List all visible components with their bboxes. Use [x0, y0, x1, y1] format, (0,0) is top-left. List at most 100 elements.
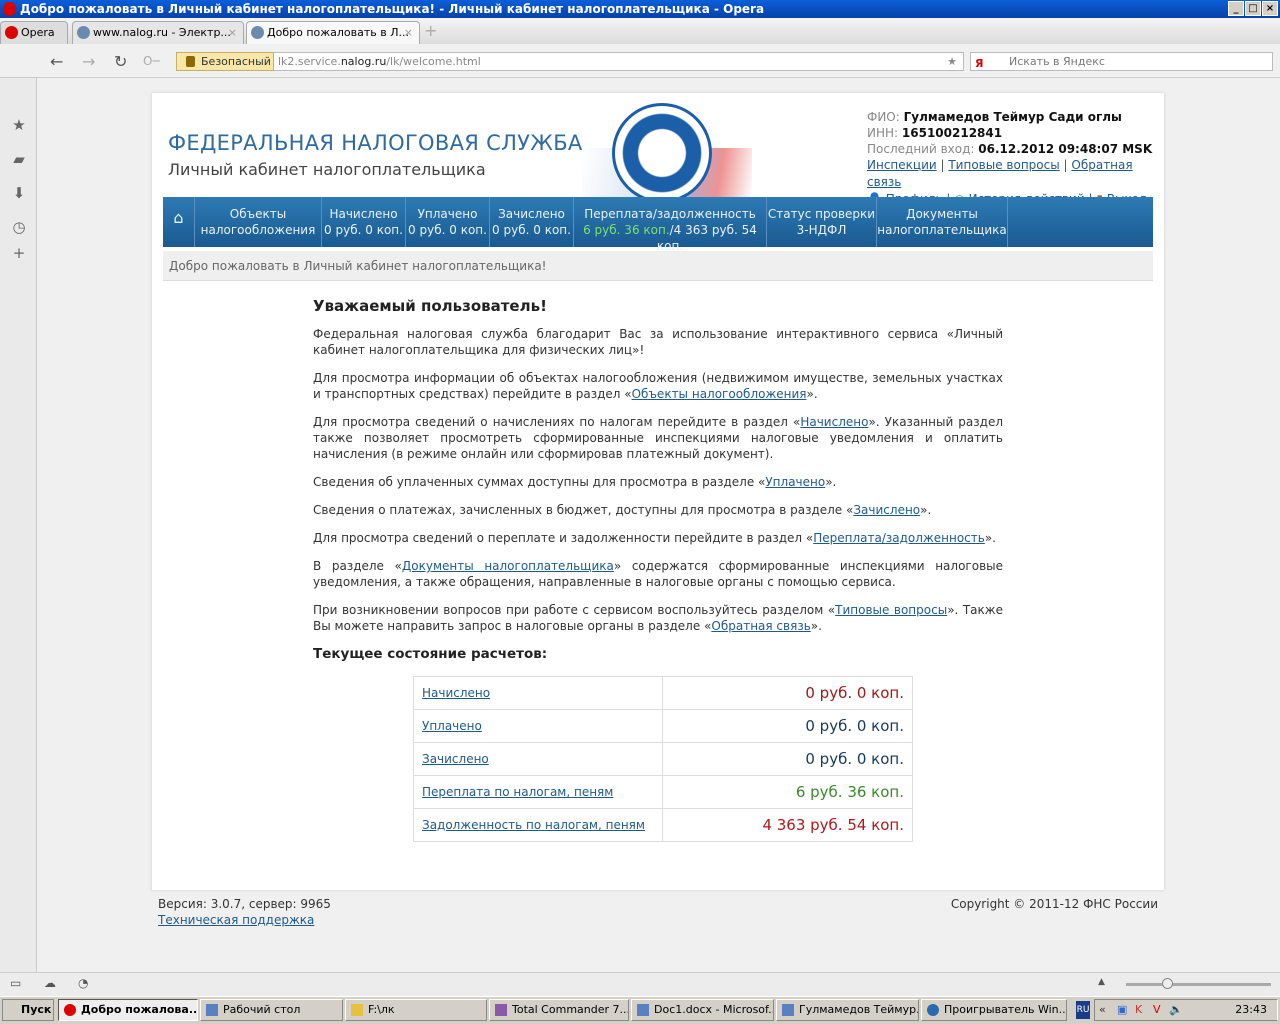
taskbar-item[interactable]: Doc1.docx - Microsof... — [631, 999, 774, 1021]
taskbar-item[interactable]: F:\лк — [345, 999, 487, 1021]
add-panel-icon[interactable]: + — [11, 244, 27, 262]
taskbar-item[interactable]: Total Commander 7.... — [489, 999, 629, 1021]
objects-link[interactable]: Объекты налогообложения — [632, 387, 807, 401]
bookmark-star-icon[interactable]: ★ — [947, 53, 957, 70]
balance-value: 0 руб. 0 коп. — [662, 709, 913, 743]
balance-link[interactable]: Зачислено — [422, 752, 489, 766]
back-icon[interactable]: ← — [50, 52, 63, 71]
inspections-link[interactable]: Инспекции — [867, 158, 937, 172]
balance-label-cell: Начислено — [413, 676, 663, 710]
start-label: Пуск — [21, 1003, 52, 1016]
balance-link[interactable]: Задолженность по налогам, пеням — [422, 818, 645, 832]
close-tab-icon[interactable]: × — [404, 22, 413, 43]
close-button[interactable]: × — [1262, 1, 1278, 16]
downloads-icon[interactable]: ⬇ — [11, 184, 27, 202]
menu-accrued[interactable]: Начислено 0 руб. 0 коп. — [322, 197, 406, 247]
feedback-link[interactable]: Обратная связь — [711, 619, 810, 633]
menu-label: Зачислено — [498, 207, 565, 221]
paragraph: Для просмотра сведений о переплате и зад… — [313, 530, 1003, 546]
forward-icon[interactable]: → — [82, 52, 95, 71]
minimize-button[interactable]: _ — [1228, 1, 1244, 16]
balance-link[interactable]: Переплата по налогам, пеням — [422, 785, 613, 799]
tab-label: www.nalog.ru - Электр... — [93, 26, 231, 39]
balance-link[interactable]: Начислено — [422, 686, 490, 700]
taskbar-label: Проигрыватель Win... — [944, 1003, 1067, 1016]
zoom-slider-handle[interactable] — [1162, 978, 1173, 989]
overpayment-link[interactable]: Переплата/задолженность — [813, 531, 985, 545]
tab-welcome[interactable]: Добро пожаловать в Л... × — [246, 21, 420, 44]
text: ». — [806, 387, 818, 401]
balance-row: Уплачено 0 руб. 0 коп. — [413, 709, 913, 743]
footer: Версия: 3.0.7, сервер: 9965 Техническая … — [158, 896, 1158, 928]
taskbar-item[interactable]: Гулмамедов Теймур... — [776, 999, 919, 1021]
org-title[interactable]: ФЕДЕРАЛЬНАЯ НАЛОГОВАЯ СЛУЖБА — [168, 131, 583, 155]
copyright: Copyright © 2011-12 ФНС России — [950, 897, 1158, 911]
faq-link[interactable]: Типовые вопросы — [948, 158, 1059, 172]
text: При возникновении вопросов при работе с … — [313, 603, 836, 617]
taskbar-item[interactable]: Проигрыватель Win... — [921, 999, 1067, 1021]
overpayment-amount: 6 руб. 36 коп. — [583, 223, 670, 237]
menu-documents[interactable]: Документы налогоплательщика — [877, 197, 1008, 247]
volume-icon[interactable]: 🔈 — [1169, 1000, 1183, 1020]
security-badge[interactable]: Безопасный — [176, 52, 274, 71]
menu-paid[interactable]: Уплачено 0 руб. 0 коп. — [406, 197, 490, 247]
key-icon[interactable]: O─ — [143, 54, 160, 68]
taskbar-item[interactable]: Добро пожалова... — [58, 999, 198, 1021]
maximize-button[interactable]: □ — [1245, 1, 1261, 16]
menu-label: Начислено — [329, 207, 398, 221]
zoom-slider[interactable] — [1126, 978, 1271, 989]
balance-label-cell: Переплата по налогам, пеням — [413, 775, 663, 809]
turbo-icon[interactable]: ◔ — [78, 976, 88, 990]
start-button[interactable]: Пуск — [2, 999, 54, 1021]
reload-icon[interactable]: ↻ — [114, 52, 127, 71]
window-title: Добро пожаловать в Личный кабинет налого… — [20, 2, 765, 16]
inn-value: 165100212841 — [901, 126, 1003, 140]
last-login-value: 06.12.2012 09:48:07 MSK — [978, 142, 1153, 156]
tray-expand-icon[interactable]: « — [1099, 1000, 1106, 1020]
address-input[interactable]: lk2.service.nalog.ru/lk/welcome.html ★ — [274, 52, 964, 71]
tab-nalog[interactable]: www.nalog.ru - Электр... × — [72, 21, 244, 44]
status-heading: Текущее состояние расчетов: — [313, 646, 548, 662]
balance-table: Начислено 0 руб. 0 коп. Уплачено 0 руб. 0 к… — [413, 676, 913, 842]
text: ». — [984, 531, 996, 545]
bookmarks-star-icon[interactable]: ★ — [11, 116, 27, 134]
accrued-link[interactable]: Начислено — [800, 415, 868, 429]
opera-label: Opera — [21, 26, 55, 39]
opera-menu-button[interactable]: Opera — [0, 21, 68, 44]
opera-icon — [64, 1004, 76, 1016]
balance-row: Задолженность по налогам, пеням 4 363 руб… — [413, 808, 913, 842]
close-tab-icon[interactable]: × — [228, 22, 237, 43]
antivirus-icon: K — [1135, 1003, 1143, 1016]
taskbar-label: Рабочий стол — [223, 1003, 301, 1016]
history-clock-icon[interactable]: ◷ — [11, 218, 27, 236]
balance-link[interactable]: Уплачено — [422, 719, 482, 733]
menu-objects[interactable]: Объекты налогообложения — [195, 197, 322, 247]
language-indicator[interactable]: RU — [1076, 1001, 1090, 1019]
text: ». — [810, 619, 822, 633]
paid-link[interactable]: Уплачено — [765, 475, 825, 489]
new-tab-button[interactable]: + — [424, 21, 437, 40]
word-icon — [637, 1004, 649, 1016]
notes-icon[interactable]: ▰ — [11, 150, 27, 168]
windows-taskbar: Пуск Добро пожалова... Рабочий стол F:\л… — [0, 996, 1280, 1024]
search-input[interactable]: Я Искать в Яндекс — [970, 52, 1273, 71]
faq-link[interactable]: Типовые вопросы — [835, 603, 947, 617]
credited-link[interactable]: Зачислено — [853, 503, 920, 517]
taskbar-item[interactable]: Рабочий стол — [200, 999, 343, 1021]
menu-overpayment-debt[interactable]: Переплата/задолженность 6 руб. 36 коп./4 … — [574, 197, 767, 253]
paragraph: При возникновении вопросов при работе с … — [313, 602, 1003, 634]
zoom-up-icon[interactable]: ▲ — [1098, 977, 1105, 987]
panel-toggle-icon[interactable]: ▭ — [10, 976, 21, 990]
documents-link[interactable]: Документы налогоплательщика — [402, 559, 614, 573]
opera-icon — [5, 26, 18, 39]
opera-unite-cloud-icon[interactable]: ☁ — [44, 976, 56, 990]
fio-label: ФИО: — [867, 110, 900, 124]
home-icon[interactable]: ⌂ — [163, 197, 195, 247]
menu-3ndfl-status[interactable]: Статус проверки 3-НДФЛ — [767, 197, 877, 247]
security-label: Безопасный — [201, 55, 271, 68]
taskbar-label: Гулмамедов Теймур... — [799, 1003, 919, 1016]
support-link[interactable]: Техническая поддержка — [158, 913, 314, 927]
user-info: ФИО: Гулмамедов Теймур Сади оглы ИНН: 16… — [867, 109, 1164, 208]
balance-value: 0 руб. 0 коп. — [662, 742, 913, 776]
menu-credited[interactable]: Зачислено 0 руб. 0 коп. — [490, 197, 574, 247]
